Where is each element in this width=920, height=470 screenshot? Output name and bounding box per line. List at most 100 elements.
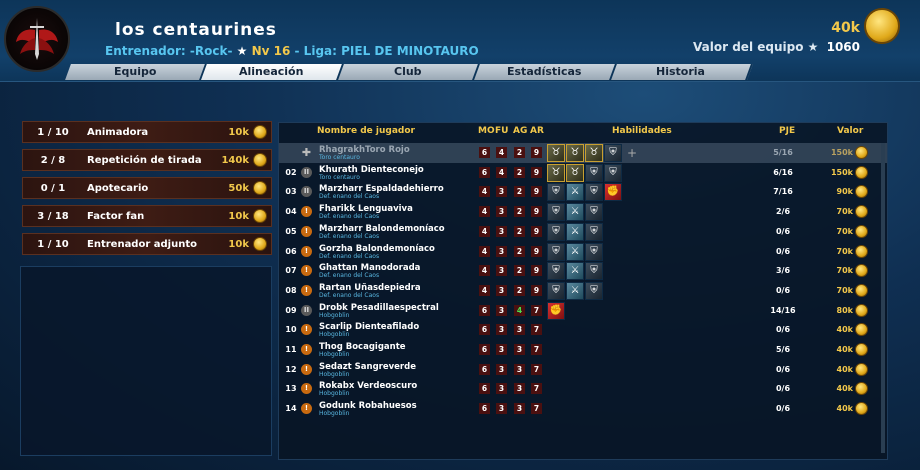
player-row[interactable]: 06! Gorzha Balondemoníaco Def. enano del C… [279, 242, 887, 262]
header-fu: FU [495, 126, 509, 136]
warning-icon: ! [301, 403, 312, 415]
coin-icon [253, 125, 267, 139]
player-row[interactable]: 11! Thog Bocagigante Hobgoblin 6 3 3 7 5/6 40k [279, 340, 887, 360]
horn-skill-icon[interactable]: ♉ [585, 144, 603, 162]
stat-ag: 3 [514, 344, 525, 355]
team-name: los centaurines [115, 20, 277, 40]
warning-icon: ! [301, 383, 312, 395]
plus-skill-icon[interactable]: + [623, 144, 641, 162]
shield-skill-icon[interactable]: ⛨ [585, 222, 603, 241]
shield-skill-icon[interactable]: ⛨ [585, 281, 603, 300]
player-row[interactable]: 08! Rartan Uñasdepiedra Def. enano del Cao… [279, 281, 887, 301]
shield-skill-icon[interactable]: ⛨ [547, 262, 565, 281]
horn-skill-icon[interactable]: ♉ [566, 163, 584, 182]
horn-skill-icon[interactable]: ♉ [547, 144, 565, 162]
stat-fu: 3 [496, 284, 507, 296]
player-value: 80k [836, 305, 853, 315]
player-value: 40k [836, 384, 853, 394]
player-spp: 0/6 [775, 384, 791, 394]
warning-icon: ! [301, 324, 312, 336]
tab-alineacion[interactable]: Alineación [201, 64, 344, 80]
staff-price: 50k [228, 182, 249, 194]
warning-icon: ! [301, 265, 312, 277]
level-icon: II [301, 166, 312, 178]
shield-skill-icon[interactable]: ⛨ [547, 281, 565, 300]
staff-count: 0 / 1 [40, 182, 66, 194]
shield-skill-icon[interactable]: ⛨ [585, 163, 603, 182]
player-type: Def. enano del Caos [319, 193, 380, 201]
player-row[interactable]: 07! Ghattan Manodorada Def. enano del Caos… [279, 261, 887, 281]
warning-icon: ! [301, 363, 312, 375]
staff-row-cheerleaders[interactable]: 1 / 10 Animadora 10k [22, 121, 272, 143]
player-value: 90k [836, 187, 853, 197]
claw-skill-icon[interactable]: ⚔ [566, 242, 584, 261]
shield-skill-icon[interactable]: ⛨ [585, 242, 603, 261]
player-row[interactable]: 12! Sedazt Sangreverde Hobgoblin 6 3 3 7 0/6 40k [279, 360, 887, 380]
shield-skill-icon[interactable]: ⛨ [585, 183, 603, 202]
stat-ar: 7 [531, 403, 542, 415]
claw-skill-icon[interactable]: ⚔ [566, 222, 584, 241]
horn-skill-icon[interactable]: ♉ [566, 144, 584, 162]
staff-count: 3 / 18 [37, 210, 69, 222]
warning-icon: ! [301, 245, 312, 257]
staff-row-fan-factor[interactable]: 3 / 18 Factor fan 10k [22, 205, 272, 227]
team-value-label: Valor del equipo [693, 40, 804, 54]
stat-mo: 6 [479, 324, 490, 336]
red-skill-icon[interactable]: ✊ [547, 301, 565, 320]
shield-skill-icon[interactable]: ⛨ [604, 144, 622, 162]
shield-skill-icon[interactable]: ⛨ [585, 262, 603, 281]
stat-ag: 2 [514, 265, 525, 277]
staff-price: 10k [228, 238, 249, 250]
claw-skill-icon[interactable]: ⚔ [566, 203, 584, 222]
stat-fu: 3 [496, 324, 507, 336]
player-row[interactable]: 09 II Drobk Pesadillaespectral Hobgoblin 6 3 4… [279, 301, 887, 321]
skills-list: ⛨ ⚔ ⛨ [547, 281, 603, 300]
roster-scrollbar[interactable] [881, 143, 885, 453]
claw-skill-icon[interactable]: ⚔ [566, 281, 584, 300]
shield-skill-icon[interactable]: ⛨ [604, 163, 622, 182]
player-row[interactable]: 10! Scarlip Dienteafilado Hobgoblin 6 3 3 7 0/6… [279, 320, 887, 340]
winged-sword-icon [16, 18, 58, 60]
staff-price: 10k [228, 210, 249, 222]
player-row[interactable]: 03 II Marzharr Espaldadehierro Def. enano d… [279, 182, 887, 202]
stat-ar: 9 [531, 147, 542, 158]
tab-club[interactable]: Club [337, 64, 481, 80]
player-row[interactable]: 02 II Khurath Dienteconejo Toro centauro 6 4 2… [279, 163, 887, 183]
player-row[interactable]: 13! Rokabx Verdeoscuro Hobgoblin 6 3 3 7 0/6 40k [279, 379, 887, 399]
shield-skill-icon[interactable]: ⛨ [547, 203, 565, 222]
player-row[interactable]: 04! Fharikk Lenguaviva Def. enano del Caos… [279, 202, 887, 222]
claw-skill-icon[interactable]: ⚔ [566, 183, 584, 202]
stat-ar: 7 [531, 304, 542, 316]
player-spp: 5/16 [773, 148, 793, 157]
player-row[interactable]: 05! Marzharr Balondemoníaco Def. enano del… [279, 222, 887, 242]
tab-estadisticas[interactable]: Estadísticas [474, 64, 617, 80]
staff-row-apothecary[interactable]: 0 / 1 Apotecario 50k [22, 177, 272, 199]
player-row[interactable]: 14! Godunk Robahuesos Hobgoblin 6 3 3 7 0/6 40k [279, 399, 887, 419]
stat-ar: 7 [531, 344, 542, 355]
player-number: 03 [285, 187, 297, 197]
shield-skill-icon[interactable]: ⛨ [547, 222, 565, 241]
horn-skill-icon[interactable]: ♉ [547, 163, 565, 182]
shield-skill-icon[interactable]: ⛨ [585, 203, 603, 222]
tab-equipo[interactable]: Equipo [65, 64, 208, 80]
tab-historia[interactable]: Historia [610, 64, 753, 80]
staff-row-assistant-coach[interactable]: 1 / 10 Entrenador adjunto 10k [22, 233, 272, 255]
red-skill-icon[interactable]: ✊ [604, 183, 622, 202]
player-type: Hobgoblin [319, 410, 350, 418]
player-type: Toro centauro [319, 154, 360, 161]
player-row[interactable]: ✚ RhagrakhToro Rojo Toro centauro 6 4 2 9 ♉ ♉ ♉ ⛨ +… [279, 143, 887, 163]
staff-row-rerolls[interactable]: 2 / 8 Repetición de tirada 140k [22, 149, 272, 171]
shield-skill-icon[interactable]: ⛨ [547, 242, 565, 261]
claw-skill-icon[interactable]: ⚔ [566, 262, 584, 281]
player-type: Def. enano del Caos [319, 291, 380, 299]
player-type: Hobgoblin [319, 370, 350, 378]
stat-fu: 3 [496, 304, 507, 316]
player-type: Toro centauro [319, 173, 360, 181]
player-spp: 5/6 [775, 345, 791, 354]
player-number: 13 [285, 384, 297, 394]
stat-ag: 2 [514, 186, 525, 198]
staff-name: Repetición de tirada [87, 154, 202, 166]
shield-skill-icon[interactable]: ⛨ [547, 183, 565, 202]
coin-icon [855, 402, 868, 416]
header-name: Nombre de jugador [317, 126, 415, 136]
